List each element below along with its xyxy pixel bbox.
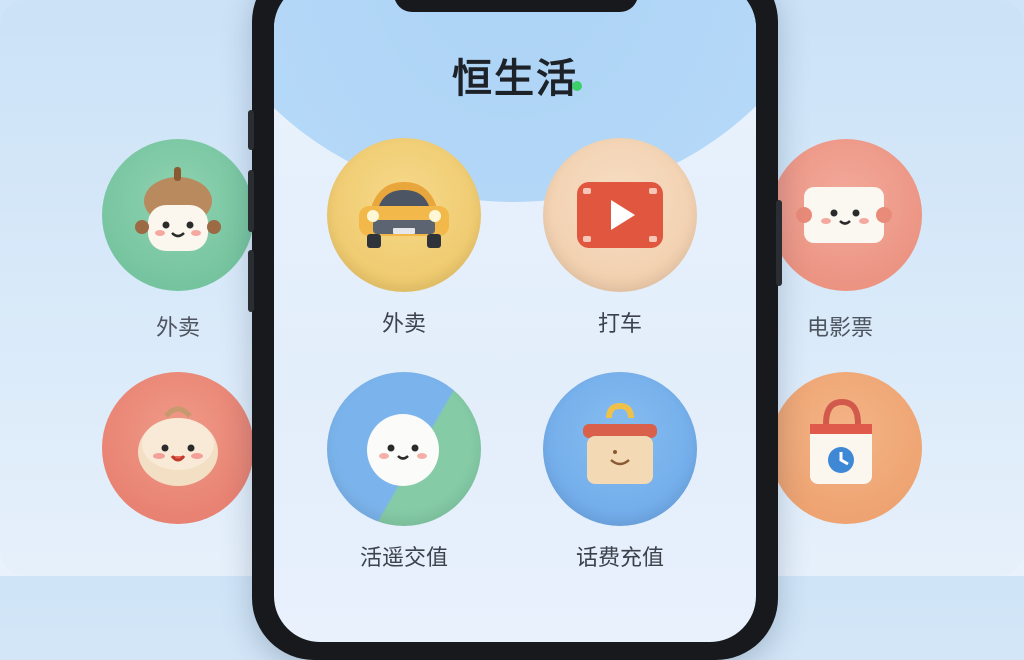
side-label-movie-ticket: 电影票 — [806, 316, 873, 341]
side-icon-movie-ticket[interactable] — [770, 139, 922, 291]
side-icon-dumpling[interactable] — [102, 372, 254, 524]
phone-power-button — [776, 200, 782, 286]
acorn-mascot-icon — [135, 167, 221, 251]
ticket-icon — [796, 187, 892, 243]
tile-phone-recharge-circle — [543, 372, 697, 526]
tile-service-label: 活遥交值 — [359, 546, 448, 571]
car-icon — [359, 182, 449, 248]
side-icon-takeout-left[interactable] — [102, 139, 254, 291]
dumpling-mascot-icon — [138, 406, 218, 486]
phone-volume-down — [248, 250, 254, 312]
shopping-bag-clock-icon — [810, 398, 872, 484]
bag-icon — [583, 402, 657, 484]
side-label-takeout: 外卖 — [155, 316, 200, 341]
tile-service[interactable]: 活遥交值 — [324, 372, 484, 572]
tile-takeout-circle — [327, 138, 481, 292]
tile-phone-recharge[interactable]: 话费充值 — [540, 372, 700, 572]
phone-volume-up — [248, 170, 254, 232]
tile-takeout[interactable]: 外卖 — [324, 138, 484, 338]
tile-taxi-label: 打车 — [597, 312, 642, 337]
tile-takeout-label: 外卖 — [381, 312, 426, 337]
tile-service-circle — [327, 372, 481, 526]
tile-phone-recharge-label: 话费充值 — [575, 546, 664, 571]
app-title: 恒生活 — [452, 56, 578, 102]
phone-screen: 恒生活 外卖 打车 活遥交值 话费充值 — [274, 0, 756, 642]
side-icon-shopping[interactable] — [770, 372, 922, 524]
tile-taxi-circle — [543, 138, 697, 292]
mascot-icon — [367, 414, 439, 486]
phone-frame: 恒生活 外卖 打车 活遥交值 话费充值 — [248, 0, 782, 660]
video-play-icon — [577, 182, 663, 248]
phone-side-button — [248, 110, 254, 150]
status-dot — [572, 81, 582, 91]
tile-taxi[interactable]: 打车 — [540, 138, 700, 338]
phone-notch — [394, 0, 638, 12]
